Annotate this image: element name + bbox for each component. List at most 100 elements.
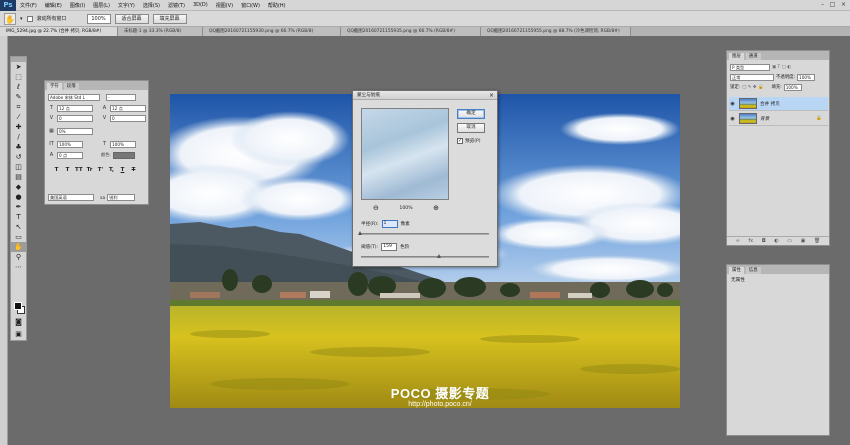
minimize-icon[interactable]: – (818, 1, 827, 9)
screen-mode-icon[interactable]: ▣ (11, 329, 26, 339)
adjustment-layer-icon[interactable]: ◐ (774, 238, 778, 244)
filter-preview[interactable] (361, 108, 449, 200)
crop-tool-icon[interactable]: ⌗ (11, 102, 26, 112)
gradient-tool-icon[interactable]: ▤ (11, 172, 26, 182)
preview-checkbox[interactable]: ✓ (457, 138, 463, 144)
stamp-tool-icon[interactable]: ♣ (11, 142, 26, 152)
dialog-title[interactable]: 蒙尘与划痕 (353, 91, 497, 100)
faux-italic-button[interactable]: T (64, 167, 71, 174)
leading-field[interactable]: 12 点 (110, 104, 146, 112)
doc-tab-qq-2[interactable]: QQ截图20160721155935.png @ 66.7% (RGB/8#) (341, 27, 481, 36)
quick-select-tool-icon[interactable]: ✎ (11, 92, 26, 102)
font-style-select[interactable]: - (106, 93, 136, 101)
history-brush-tool-icon[interactable]: ↺ (11, 152, 26, 162)
radius-input[interactable]: 1 (381, 220, 398, 228)
menu-help[interactable]: 帮助(H) (264, 2, 290, 9)
baseline-field[interactable]: 0 点 (57, 151, 83, 159)
blend-mode-select[interactable]: 正常 (730, 73, 774, 81)
text-color-swatch[interactable] (112, 151, 135, 159)
close-window-icon[interactable]: × (839, 1, 848, 9)
quick-mask-icon[interactable]: ◙ (11, 317, 26, 327)
menu-window[interactable]: 窗口(W) (237, 2, 264, 9)
tab-properties[interactable]: 属性 (729, 267, 744, 274)
horizontal-scale-field[interactable]: 100% (110, 140, 136, 148)
brush-tool-icon[interactable]: ∕ (11, 132, 26, 142)
menu-type[interactable]: 文字(Y) (114, 2, 139, 9)
anti-alias-select[interactable]: 锐利 (107, 193, 136, 201)
menu-layer[interactable]: 图层(L) (89, 2, 114, 9)
layer-style-icon[interactable]: fx (748, 238, 753, 244)
foreground-color-swatch[interactable] (14, 302, 22, 310)
group-icon[interactable]: ▭ (787, 238, 792, 244)
menu-select[interactable]: 选择(S) (139, 2, 164, 9)
tsume-field[interactable]: 0% (57, 127, 93, 135)
tool-preset-arrow-icon[interactable]: ▾ (20, 16, 23, 22)
dodge-tool-icon[interactable]: ● (11, 192, 26, 202)
add-mask-icon[interactable]: ◘ (762, 238, 766, 244)
marquee-tool-icon[interactable]: ⬚ (11, 72, 26, 82)
faux-bold-button[interactable]: T (53, 167, 60, 174)
fill-field[interactable]: 100% (783, 83, 802, 91)
menu-3d[interactable]: 3D(D) (189, 2, 212, 8)
threshold-input[interactable]: 159 (381, 243, 398, 251)
eyedropper-tool-icon[interactable]: ⁄ (11, 112, 26, 122)
radius-slider[interactable] (358, 231, 489, 235)
delete-layer-icon[interactable]: 🗑 (814, 238, 820, 244)
healing-tool-icon[interactable]: ✚ (11, 122, 26, 132)
zoom-value-field[interactable]: 100% (86, 13, 111, 24)
menu-view[interactable]: 视图(V) (212, 2, 237, 9)
doc-tab-img5294[interactable]: IMG_5294.jpg @ 22.7% (合并 拷贝, RGB/8#) (0, 27, 118, 36)
visibility-eye-icon[interactable]: ◉ (729, 116, 736, 122)
more-tools-icon[interactable]: ⋯ (11, 262, 26, 272)
hand-tool-icon[interactable]: ✋ (11, 242, 26, 252)
menu-image[interactable]: 图像(I) (66, 2, 89, 9)
pen-tool-icon[interactable]: ✒ (11, 202, 26, 212)
zoom-in-icon[interactable]: ⊕ (433, 204, 439, 212)
threshold-slider-thumb[interactable] (437, 254, 442, 258)
scroll-all-windows-checkbox[interactable] (26, 15, 33, 22)
layer-filter-select[interactable]: P 类型 (730, 63, 770, 71)
menu-edit[interactable]: 编辑(E) (41, 2, 66, 9)
ok-button[interactable]: 确定 (457, 109, 485, 119)
shape-tool-icon[interactable]: ▭ (11, 232, 26, 242)
fill-screen-button[interactable]: 填充屏幕 (152, 13, 187, 24)
link-layers-icon[interactable]: ∞ (736, 238, 740, 244)
lasso-tool-icon[interactable]: ℓ (11, 82, 26, 92)
blur-tool-icon[interactable]: ◆ (11, 182, 26, 192)
cancel-button[interactable]: 取消 (457, 123, 485, 133)
menu-filter[interactable]: 滤镜(T) (164, 2, 189, 9)
small-caps-button[interactable]: Tr (86, 167, 93, 174)
doc-tab-untitled[interactable]: 未标题-1 @ 33.3% (RGB/8) (118, 27, 203, 36)
tab-info[interactable]: 信息 (745, 267, 761, 274)
visibility-eye-icon[interactable]: ◉ (729, 101, 736, 107)
tab-paragraph[interactable]: 段落 (63, 83, 79, 90)
radius-slider-thumb[interactable] (358, 231, 362, 235)
kerning-field[interactable]: 0 (57, 114, 93, 122)
language-select[interactable]: 美国英语 (48, 193, 94, 201)
font-family-select[interactable]: Adobe 宋体 Std L (48, 93, 100, 101)
type-tool-icon[interactable]: T (11, 212, 26, 222)
opacity-field[interactable]: 100% (797, 73, 816, 81)
tab-layers[interactable]: 图层 (729, 53, 744, 60)
tab-channels[interactable]: 通道 (745, 53, 761, 60)
underline-button[interactable]: T (119, 167, 126, 174)
maximize-icon[interactable]: □ (828, 1, 837, 9)
zoom-tool-icon[interactable]: ⚲ (11, 252, 26, 262)
hand-tool-icon[interactable]: ✋ (4, 12, 16, 25)
doc-tab-qq-3[interactable]: QQ截图20160721155955.png @ 88.7% (冷色调检测, R… (481, 27, 631, 36)
font-size-field[interactable]: 12 点 (57, 104, 93, 112)
tracking-field[interactable]: 0 (110, 114, 146, 122)
layer-background[interactable]: ◉ 背景 🔒 (729, 112, 828, 126)
vertical-scale-field[interactable]: 100% (57, 140, 83, 148)
layer-merged-copy[interactable]: ◉ 合并 拷贝 (729, 97, 828, 111)
threshold-slider[interactable] (361, 254, 489, 258)
superscript-button[interactable]: T' (97, 167, 104, 174)
all-caps-button[interactable]: TT (75, 167, 83, 174)
strikethrough-button[interactable]: T (130, 167, 137, 174)
subscript-button[interactable]: T, (108, 167, 115, 174)
eraser-tool-icon[interactable]: ◫ (11, 162, 26, 172)
doc-tab-qq-1[interactable]: QQ截图20160721155930.png @ 66.7% (RGB/8) (203, 27, 341, 36)
menu-file[interactable]: 文件(F) (16, 2, 41, 9)
move-tool-icon[interactable]: ➤ (11, 62, 26, 72)
new-layer-icon[interactable]: ▣ (801, 238, 806, 244)
